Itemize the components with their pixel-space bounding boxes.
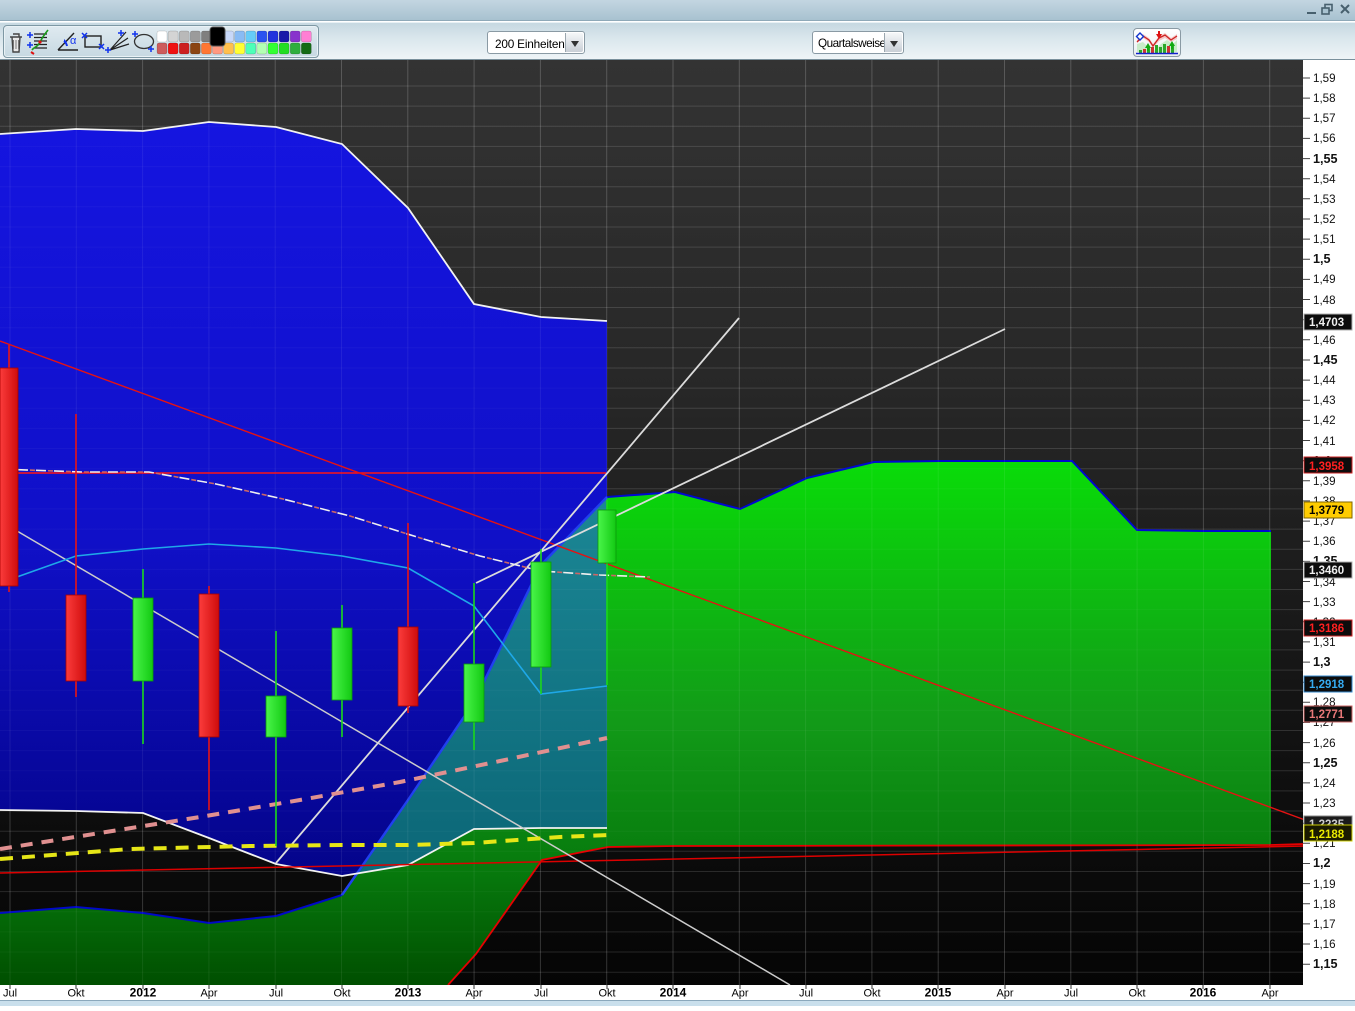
svg-text:Okt: Okt <box>863 988 880 1000</box>
svg-text:α: α <box>70 35 77 47</box>
svg-text:1,39: 1,39 <box>1313 475 1336 488</box>
svg-text:1,42: 1,42 <box>1313 414 1336 427</box>
svg-text:1,5: 1,5 <box>1313 252 1331 266</box>
svg-text:1,4703: 1,4703 <box>1309 317 1344 329</box>
svg-text:1,2771: 1,2771 <box>1309 709 1345 721</box>
svg-text:1,23: 1,23 <box>1313 797 1336 810</box>
svg-text:2015: 2015 <box>925 986 952 1000</box>
svg-text:Jul: Jul <box>1064 988 1078 1000</box>
svg-text:Apr: Apr <box>465 988 482 1000</box>
svg-text:1,24: 1,24 <box>1313 777 1336 790</box>
svg-text:1,25: 1,25 <box>1313 756 1338 770</box>
svg-text:1,17: 1,17 <box>1313 918 1336 931</box>
svg-text:Okt: Okt <box>1128 988 1145 1000</box>
svg-text:1,54: 1,54 <box>1313 173 1336 186</box>
svg-text:1,41: 1,41 <box>1313 435 1336 448</box>
svg-text:1,52: 1,52 <box>1313 213 1336 226</box>
svg-text:1,43: 1,43 <box>1313 394 1336 407</box>
svg-text:1,3460: 1,3460 <box>1309 565 1344 577</box>
svg-text:Jul: Jul <box>3 988 17 1000</box>
svg-text:1,16: 1,16 <box>1313 938 1336 951</box>
svg-text:Okt: Okt <box>333 988 350 1000</box>
svg-text:1,15: 1,15 <box>1313 957 1338 971</box>
svg-text:1,3958: 1,3958 <box>1309 461 1345 473</box>
svg-text:1,57: 1,57 <box>1313 112 1336 125</box>
svg-text:1,31: 1,31 <box>1313 636 1336 649</box>
svg-text:1,3186: 1,3186 <box>1309 623 1344 635</box>
svg-text:1,49: 1,49 <box>1313 273 1336 286</box>
svg-text:Apr: Apr <box>200 988 217 1000</box>
svg-text:Jul: Jul <box>269 988 283 1000</box>
svg-text:1,45: 1,45 <box>1313 353 1338 367</box>
svg-text:1,2918: 1,2918 <box>1309 679 1345 691</box>
svg-text:1,59: 1,59 <box>1313 72 1336 85</box>
svg-text:1,2188: 1,2188 <box>1309 829 1345 841</box>
svg-text:1,55: 1,55 <box>1313 152 1338 166</box>
svg-text:1,33: 1,33 <box>1313 596 1336 609</box>
svg-text:1,3779: 1,3779 <box>1309 505 1344 517</box>
svg-text:1,51: 1,51 <box>1313 233 1336 246</box>
svg-text:1,19: 1,19 <box>1313 878 1336 891</box>
svg-text:1,56: 1,56 <box>1313 132 1336 145</box>
svg-text:Apr: Apr <box>1261 988 1278 1000</box>
svg-text:1,18: 1,18 <box>1313 898 1336 911</box>
svg-text:2014: 2014 <box>660 986 687 1000</box>
svg-text:Apr: Apr <box>996 988 1013 1000</box>
svg-text:Jul: Jul <box>534 988 548 1000</box>
svg-text:Apr: Apr <box>731 988 748 1000</box>
svg-text:1,36: 1,36 <box>1313 535 1336 548</box>
svg-text:1,46: 1,46 <box>1313 334 1336 347</box>
svg-text:1,2: 1,2 <box>1313 856 1331 870</box>
svg-text:Jul: Jul <box>799 988 813 1000</box>
svg-text:2013: 2013 <box>395 986 422 1000</box>
svg-text:1,44: 1,44 <box>1313 374 1336 387</box>
svg-text:1,48: 1,48 <box>1313 294 1336 307</box>
svg-text:1,3: 1,3 <box>1313 655 1331 669</box>
svg-text:Okt: Okt <box>598 988 615 1000</box>
svg-text:1,53: 1,53 <box>1313 193 1336 206</box>
svg-text:2012: 2012 <box>130 986 157 1000</box>
svg-text:2016: 2016 <box>1190 986 1217 1000</box>
svg-text:1,26: 1,26 <box>1313 737 1336 750</box>
svg-text:Okt: Okt <box>67 988 84 1000</box>
svg-text:1,58: 1,58 <box>1313 92 1336 105</box>
